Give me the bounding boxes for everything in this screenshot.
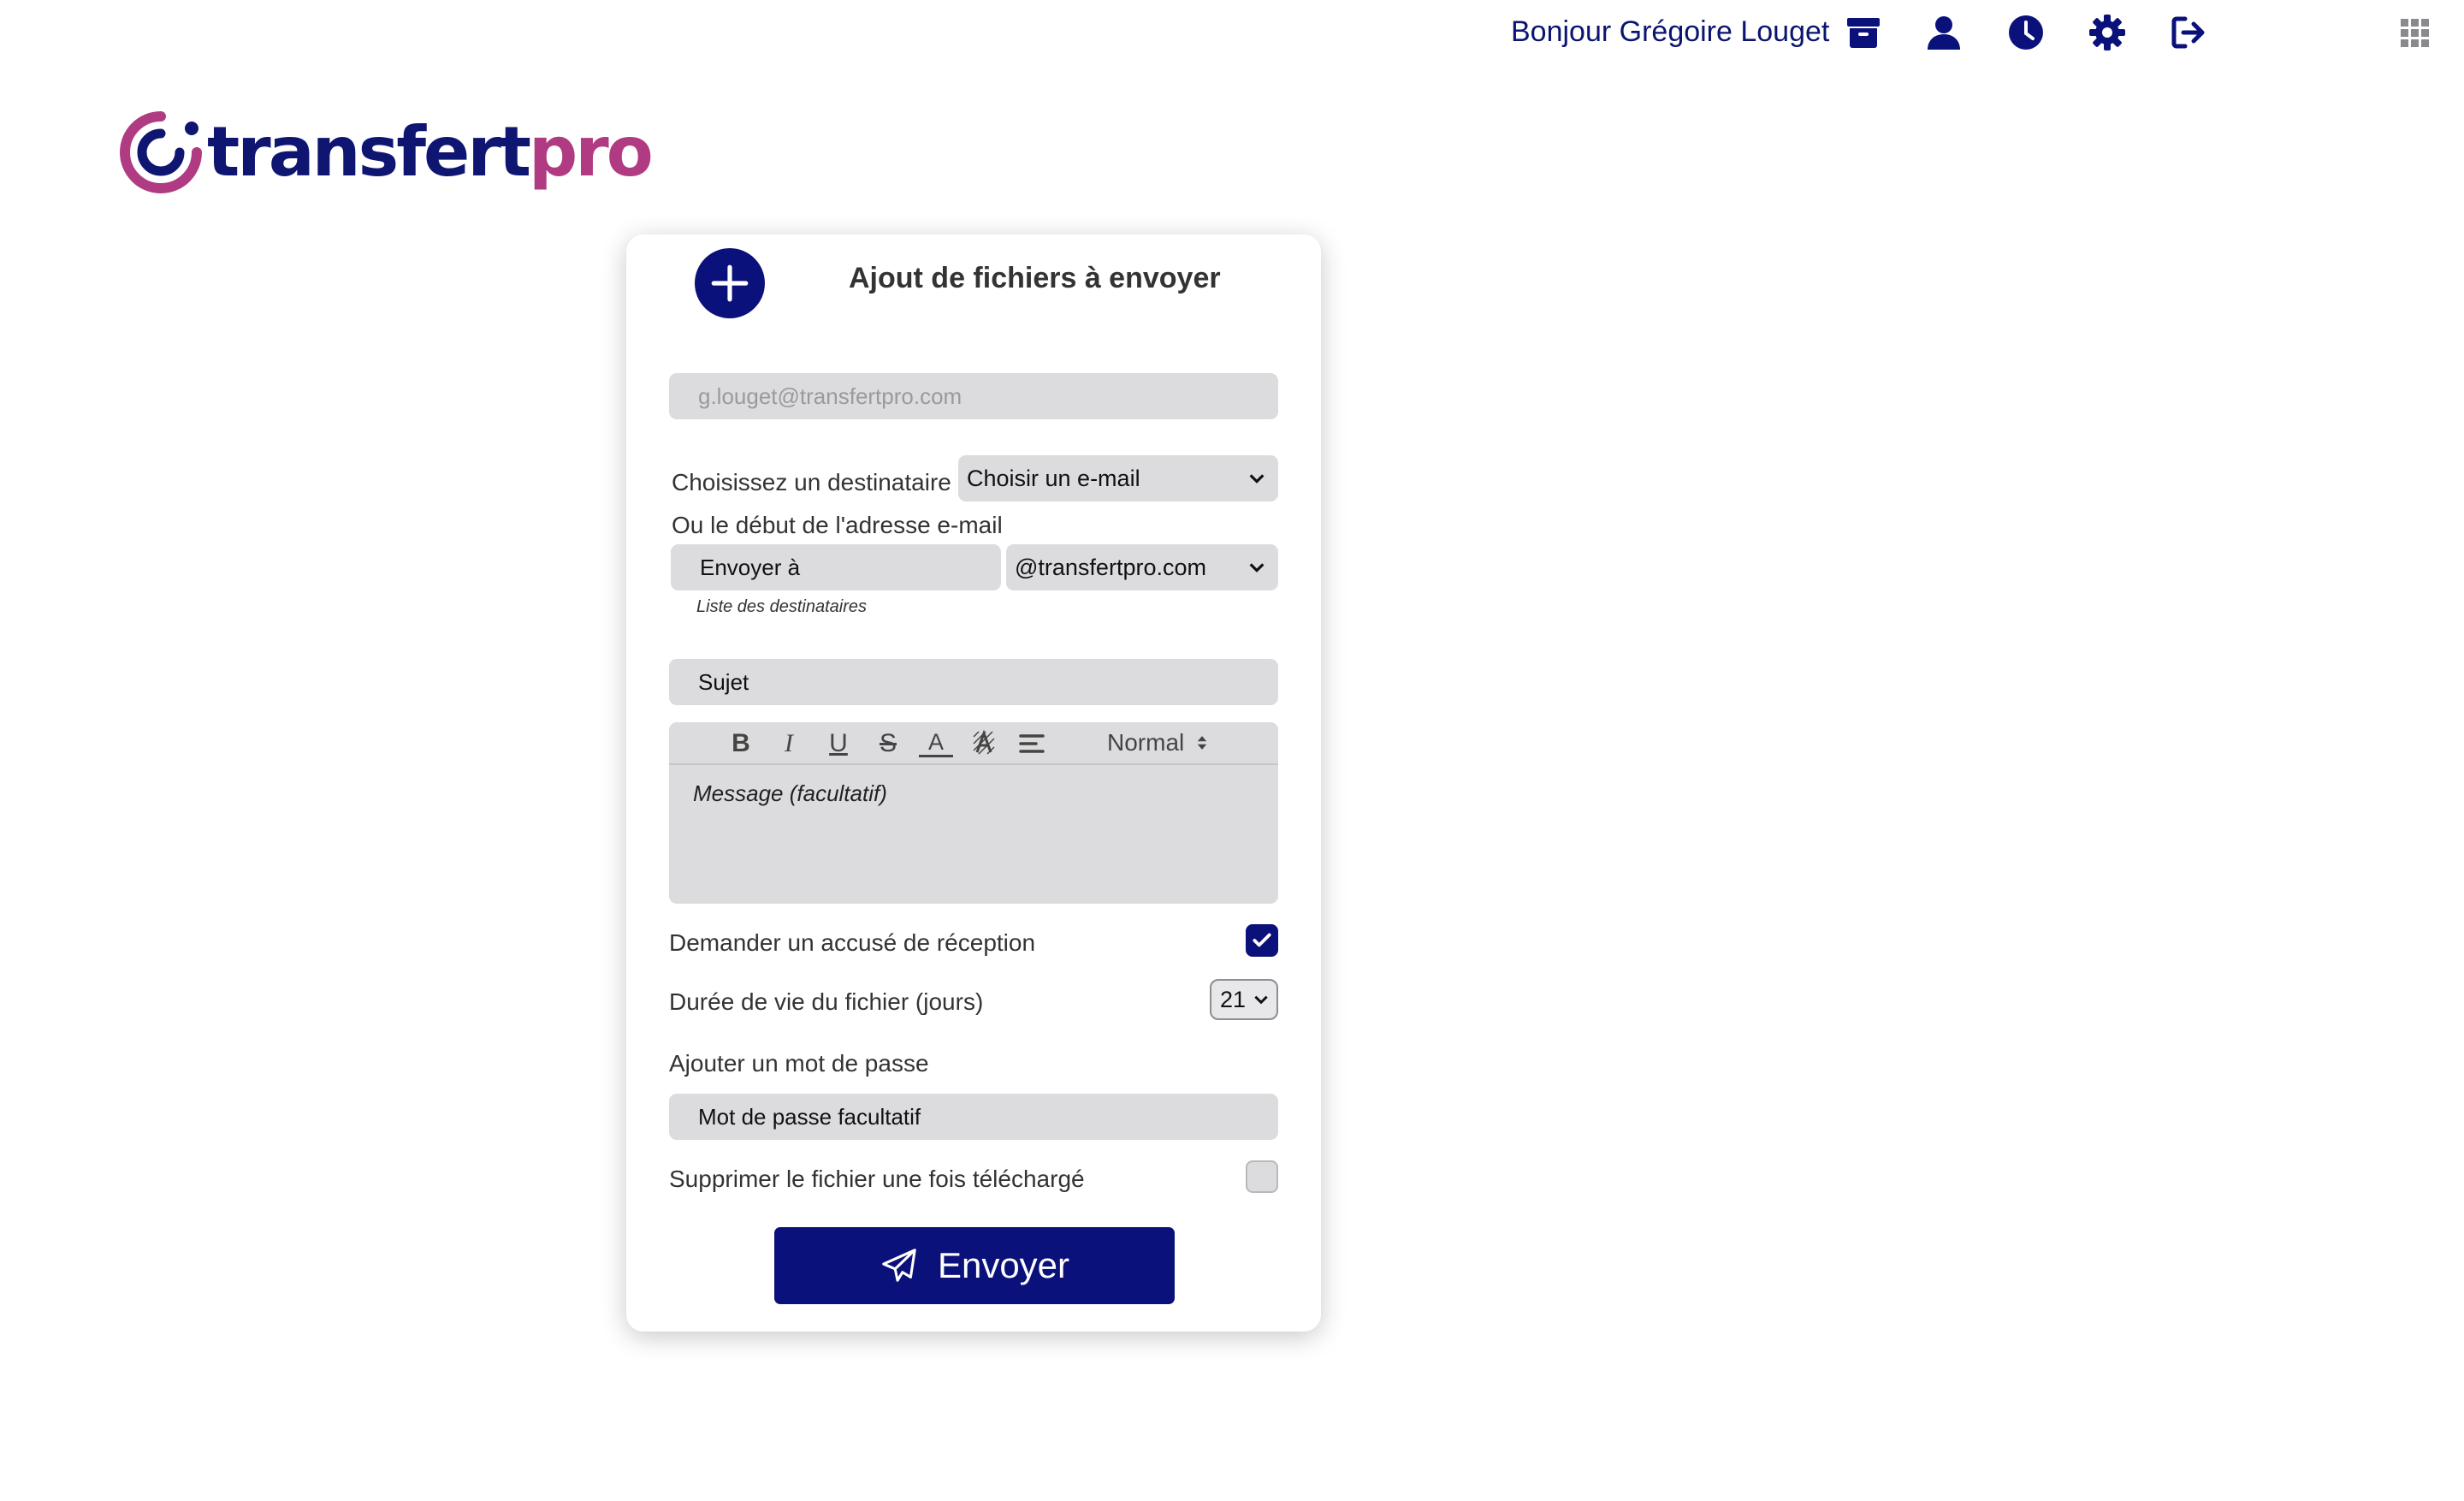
font-size-picker[interactable]: Normal — [1107, 729, 1208, 756]
paper-plane-icon — [882, 1249, 916, 1282]
chevron-down-icon — [1249, 563, 1265, 573]
logo-mark-icon — [120, 111, 202, 193]
send-button-label: Envoyer — [937, 1245, 1070, 1285]
send-files-form: Ajout de fichiers à envoyer g.louget@tra… — [626, 234, 1321, 1332]
archive-icon[interactable] — [1843, 12, 1884, 53]
recipient-label: Choisissez un destinataire — [672, 469, 951, 495]
send-button[interactable]: Envoyer — [774, 1227, 1175, 1304]
subject-input[interactable]: Sujet — [669, 659, 1278, 705]
chevron-down-icon — [1249, 474, 1265, 484]
text-color-button[interactable]: A — [919, 729, 953, 757]
password-label: Ajouter un mot de passe — [669, 1050, 929, 1077]
history-icon[interactable] — [2005, 12, 2046, 53]
check-icon — [1253, 933, 1271, 947]
address-label: Ou le début de l'adresse e-mail — [672, 512, 1003, 538]
italic-button[interactable]: I — [772, 727, 806, 761]
add-file-button[interactable] — [695, 248, 765, 318]
editor-toolbar: B I U S A Normal — [669, 722, 1278, 765]
user-greeting: Bonjour Grégoire Louget — [1511, 15, 1830, 48]
delete-after-download-label: Supprimer le fichier une fois téléchargé — [669, 1166, 1085, 1192]
transfertpro-logo[interactable]: transfertpro — [118, 110, 654, 195]
lifetime-label: Durée de vie du fichier (jours) — [669, 988, 984, 1015]
send-to-input[interactable]: Envoyer à — [671, 544, 1001, 590]
lifetime-select[interactable]: 21 — [1210, 979, 1278, 1020]
password-input[interactable]: Mot de passe facultatif — [669, 1094, 1278, 1140]
plus-icon — [711, 264, 749, 302]
strikethrough-button[interactable]: S — [871, 727, 905, 761]
receipt-checkbox[interactable] — [1246, 924, 1278, 957]
recipient-select[interactable]: Choisir un e-mail — [958, 455, 1278, 501]
message-placeholder: Message (facultatif) — [693, 780, 887, 806]
form-title: Ajout de fichiers à envoyer — [849, 262, 1221, 294]
message-editor[interactable]: B I U S A Normal Message (facultatif) — [669, 722, 1278, 904]
sort-icon — [1197, 736, 1207, 750]
logo-wordmark: transfertpro — [207, 112, 654, 192]
settings-icon[interactable] — [2087, 12, 2128, 53]
receipt-label: Demander un accusé de réception — [669, 929, 1036, 956]
delete-after-download-checkbox[interactable] — [1246, 1160, 1278, 1193]
recipients-list-hint: Liste des destinataires — [696, 597, 868, 616]
top-bar: Bonjour Grégoire Louget — [0, 0, 2464, 77]
domain-select[interactable]: @transfertpro.com — [1006, 544, 1278, 590]
sender-email-field: g.louget@transfertpro.com — [669, 373, 1278, 419]
bold-button[interactable]: B — [724, 727, 758, 761]
user-icon[interactable] — [1923, 12, 1964, 53]
apps-grid-icon[interactable] — [2401, 19, 2430, 48]
align-icon[interactable] — [1015, 727, 1049, 761]
chevron-down-icon — [1254, 995, 1268, 1005]
background-color-icon[interactable] — [967, 727, 1001, 761]
logout-icon[interactable] — [2168, 12, 2209, 53]
underline-button[interactable]: U — [821, 727, 856, 761]
